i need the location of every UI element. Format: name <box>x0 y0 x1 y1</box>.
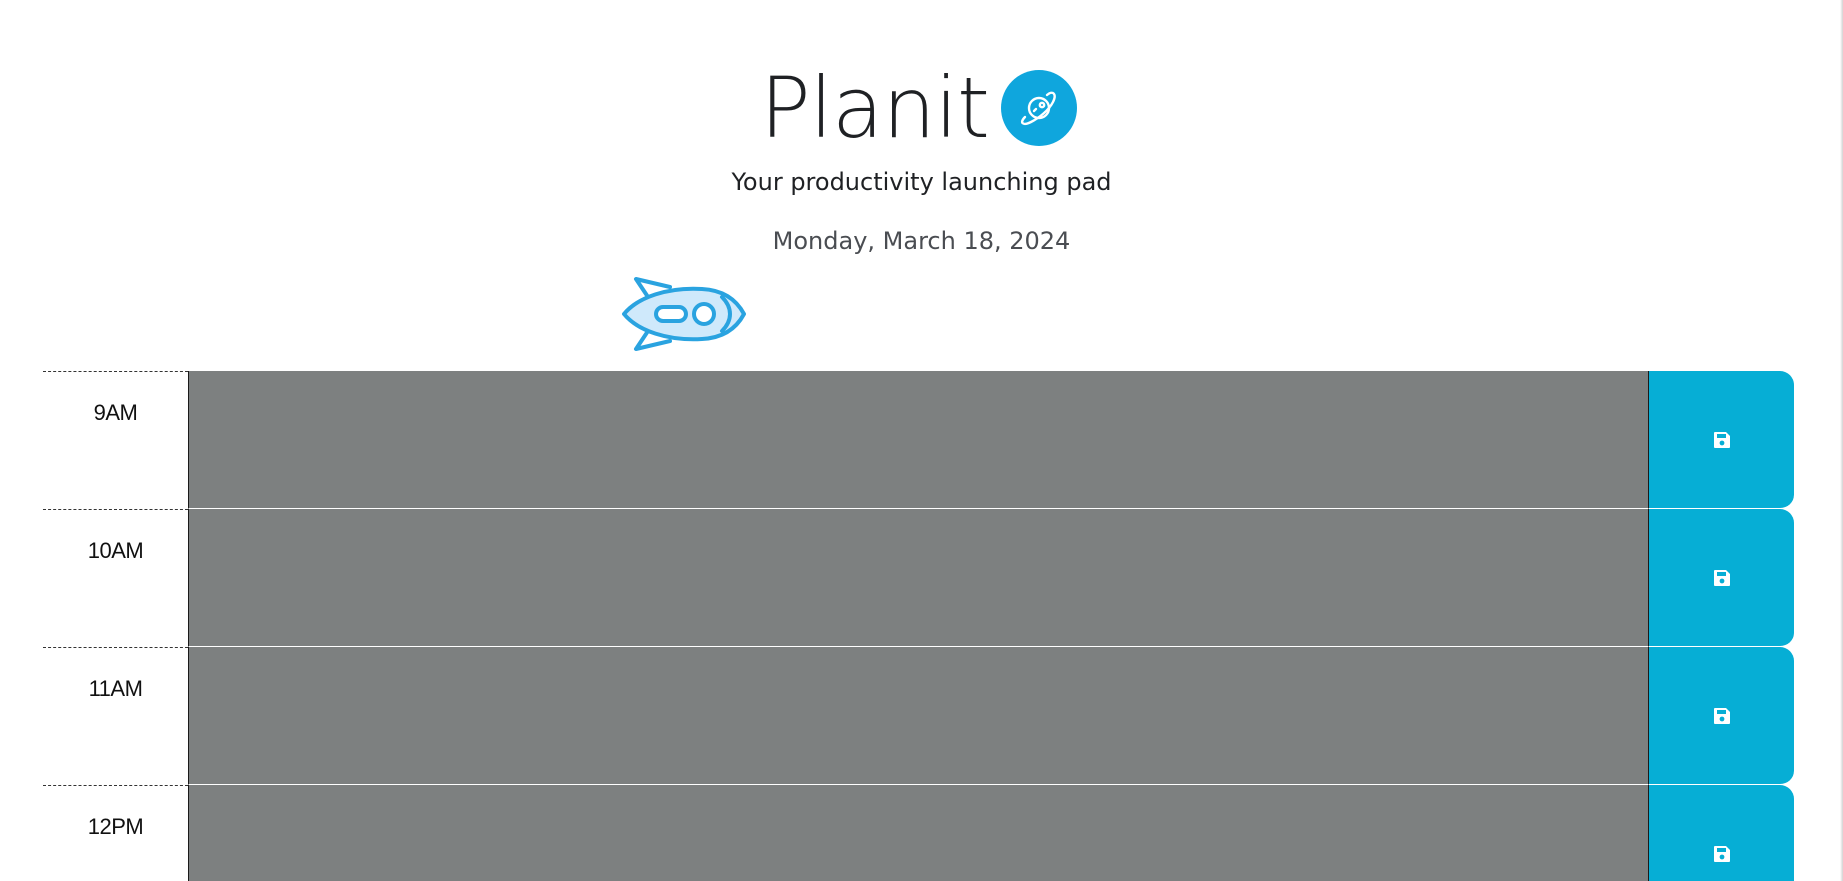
save-icon <box>1713 845 1730 862</box>
hour-label: 12PM <box>43 785 188 881</box>
timeblock-list: 9AM 10AM 11AM 12PM <box>43 371 1794 881</box>
brand: Planit <box>760 58 1077 158</box>
planner-page: Planit Your productivity launching pad M… <box>0 0 1843 881</box>
hour-label: 10AM <box>43 509 188 647</box>
event-textarea[interactable] <box>188 785 1648 881</box>
timeblock-row: 10AM <box>43 509 1794 647</box>
tagline: Your productivity launching pad <box>731 168 1112 196</box>
timeblock-row: 9AM <box>43 371 1794 509</box>
hour-label: 9AM <box>43 371 188 509</box>
rocket-icon <box>622 277 746 351</box>
save-button[interactable] <box>1648 785 1794 881</box>
current-date: Monday, March 18, 2024 <box>772 227 1071 255</box>
planet-icon <box>1000 70 1077 146</box>
save-icon <box>1713 707 1730 724</box>
hour-label: 11AM <box>43 647 188 785</box>
save-icon <box>1713 431 1730 448</box>
app-title: Planit <box>760 59 990 157</box>
event-textarea[interactable] <box>188 509 1648 647</box>
save-button[interactable] <box>1648 647 1794 785</box>
timeblock-row: 11AM <box>43 647 1794 785</box>
event-textarea[interactable] <box>188 371 1648 509</box>
event-textarea[interactable] <box>188 647 1648 785</box>
save-button[interactable] <box>1648 509 1794 647</box>
timeblock-row: 12PM <box>43 785 1794 881</box>
save-icon <box>1713 569 1730 586</box>
save-button[interactable] <box>1648 371 1794 509</box>
